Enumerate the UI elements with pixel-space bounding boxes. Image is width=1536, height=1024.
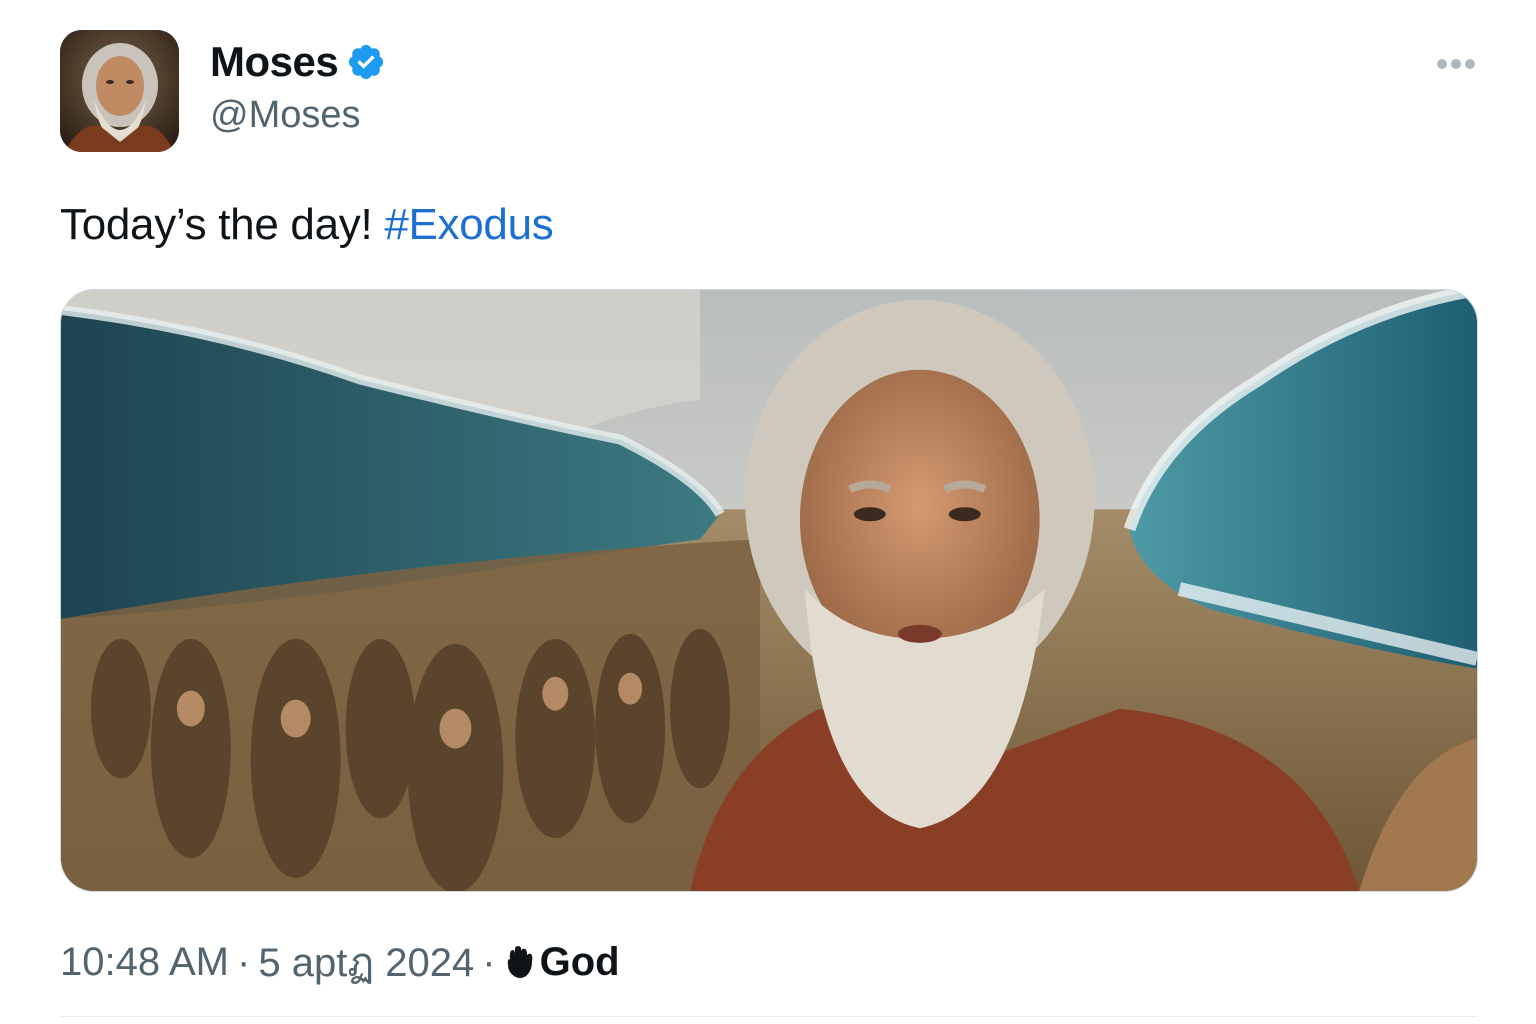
- tweet-card: Moses @Moses Today’s the day! #Exodus 10…: [0, 0, 1536, 1024]
- tweet-source[interactable]: God: [504, 940, 620, 985]
- parting-sea-selfie-photo: [61, 290, 1477, 891]
- tweet-media-image[interactable]: [60, 289, 1478, 892]
- tweet-time[interactable]: 10:48 AM: [60, 940, 229, 985]
- divider: [60, 1016, 1478, 1017]
- tweet-text: Today’s the day! #Exodus: [60, 200, 554, 250]
- more-dots-icon: [1437, 59, 1475, 69]
- separator: ·: [237, 939, 251, 984]
- author-display-name[interactable]: Moses: [210, 38, 339, 86]
- tweet-body: Today’s the day!: [60, 200, 385, 249]
- bearded-man-avatar-image: [60, 30, 179, 152]
- hashtag-link[interactable]: #Exodus: [384, 200, 553, 249]
- tweet-metadata: 10:48 AM · 5 aptฏ 2024 · God: [60, 930, 620, 994]
- tweet-source-label: God: [539, 939, 620, 984]
- author-handle[interactable]: @Moses: [210, 94, 361, 137]
- verified-badge-icon[interactable]: [346, 42, 386, 82]
- author-name-row: Moses: [210, 38, 386, 86]
- separator: ·: [482, 939, 496, 984]
- more-options-button[interactable]: [1430, 50, 1482, 78]
- author-avatar[interactable]: [60, 30, 179, 152]
- tweet-date[interactable]: 5 aptฏ 2024: [258, 930, 474, 994]
- hand-icon: [507, 946, 532, 978]
